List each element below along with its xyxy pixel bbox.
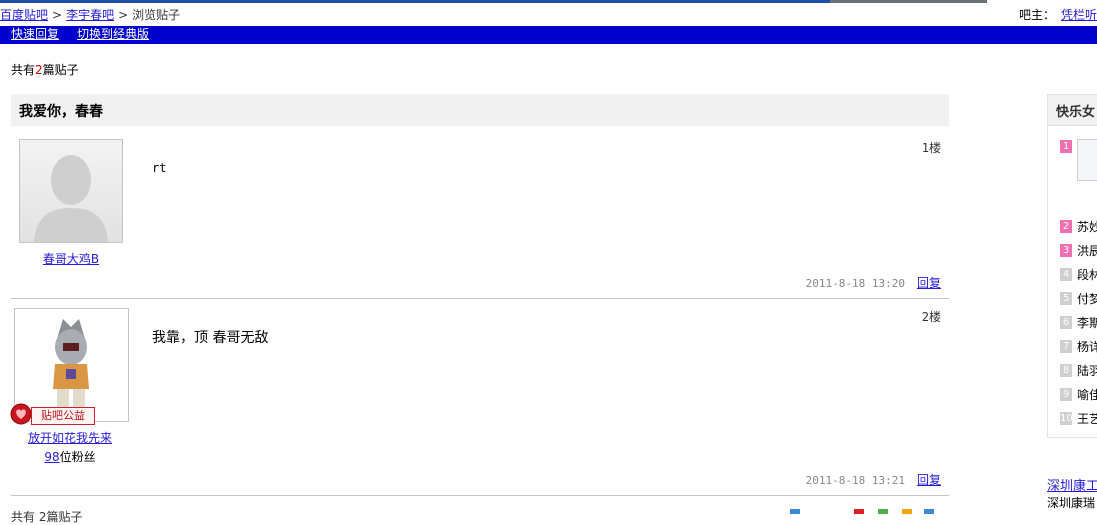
rank-item-name[interactable]: 苏妙 [1077,219,1097,235]
avatar[interactable] [19,139,123,243]
rank-number-badge: 8 [1060,364,1072,377]
rank-number-badge: 10 [1060,412,1073,425]
post-author-link[interactable]: 春哥大鸡B [19,250,123,267]
post-author-link[interactable]: 放开如花我先来 [17,429,123,446]
rank-number-badge: 7 [1060,340,1072,353]
thread-title-bar: 我爱你，春春 [11,94,949,126]
post-count-prefix: 共有 [11,63,36,77]
default-avatar-icon [20,140,122,242]
rank-number-badge: 5 [1060,292,1072,305]
breadcrumb-separator-icon: > [52,8,63,22]
footer-share-icons [790,509,950,514]
banner-image [830,0,987,3]
ad-block: 深圳康工 [1047,475,1097,494]
breadcrumb: 百度贴吧 > 李宇春吧 > 浏览贴子 [0,6,180,24]
share-icon[interactable] [902,509,912,514]
post-floor-1: 春哥大鸡B 1楼 rt 2011-8-18 13:20 回复 [11,126,949,299]
reply-link[interactable]: 回复 [917,276,941,290]
charity-badge-label: 贴吧公益 [31,407,95,425]
rank-item-name[interactable]: 王艺 [1077,411,1097,427]
post-content: 我靠，顶 春哥无敌 [152,330,269,346]
post-divider [11,495,949,496]
rank-number-badge: 2 [1060,220,1072,233]
fans-info: 98位粉丝 [17,448,123,465]
post-count-number: 2 [35,63,43,77]
rank-number-badge: 3 [1060,244,1072,257]
fans-count-link[interactable]: 98 [44,450,59,464]
owner-name-link[interactable]: 凭栏听 [1061,8,1097,22]
top-nav-bar: 快速回复 切换到经典版 [0,26,1097,44]
breadcrumb-home-link[interactable]: 百度贴吧 [0,8,48,22]
ad-link[interactable]: 深圳康工 [1047,479,1097,494]
charity-badge[interactable]: 贴吧公益 [10,403,95,425]
share-icon[interactable] [878,509,888,514]
quick-reply-link[interactable]: 快速回复 [11,26,59,43]
rank-number-badge: 4 [1060,268,1072,281]
author-name[interactable]: 放开如花我先来 [28,431,112,445]
post-time: 2011-8-18 13:20 [805,277,905,290]
rank-number-badge: 6 [1060,316,1072,329]
rank-item-name[interactable]: 付梦 [1077,291,1097,307]
rank-number-badge: 1 [1060,140,1072,153]
post-content: rt [152,161,167,175]
rank-item-name[interactable]: 喻佳 [1077,387,1097,403]
sidebar-header: 快乐女 [1048,95,1097,126]
breadcrumb-forum-link[interactable]: 李宇春吧 [66,8,114,22]
rank-item-name[interactable]: 陆羽 [1077,363,1097,379]
footer-post-count: 共有 2篇贴子 [11,510,83,524]
share-icon[interactable] [790,509,800,514]
top-banner-strip [0,0,1097,3]
banner-bar [0,0,830,3]
post-meta: 2011-8-18 13:21 回复 [806,471,941,488]
rank-item-name[interactable]: 段林 [1077,267,1097,283]
heart-icon [10,403,32,425]
post-meta: 2011-8-18 13:20 回复 [806,274,941,291]
owner-label: 吧主： [1018,8,1055,22]
sidebar-ranking: 快乐女 1 2 苏妙 3 洪辰 4 段林 5 付梦 6 李斯 7 杨详 8 陆羽 9 喻佳 10 王艺 [1047,94,1097,438]
breadcrumb-current: 浏览贴子 [132,8,181,22]
breadcrumb-separator-icon: > [118,8,129,22]
post-count-summary: 共有2篇贴子 [11,62,79,78]
post-time: 2011-8-18 13:21 [805,474,905,487]
ad-subtext: 深圳康瑞 [1047,496,1096,510]
share-icon[interactable] [854,509,864,514]
sidebar-title: 快乐女 [1056,105,1096,120]
post-floor-2: 贴吧公益 放开如花我先来 98位粉丝 2楼 我靠，顶 春哥无敌 2011-8-1… [10,298,949,496]
floor-number: 1楼 [921,141,941,155]
share-icon[interactable] [924,509,934,514]
forum-owner: 吧主： 凭栏听 [1019,6,1097,24]
thread-title: 我爱你，春春 [19,104,103,120]
floor-number: 2楼 [921,310,941,324]
fans-label: 位粉丝 [59,450,96,464]
author-name[interactable]: 春哥大鸡B [43,252,99,266]
reply-link[interactable]: 回复 [917,473,941,487]
post-count-suffix: 篇贴子 [42,63,79,77]
rank-thumbnail[interactable] [1077,139,1097,181]
rank-item-name[interactable]: 杨详 [1077,339,1097,355]
rank-number-badge: 9 [1060,388,1072,401]
rank-item-name[interactable]: 李斯 [1077,315,1097,331]
rank-item-name[interactable]: 洪辰 [1077,243,1097,259]
switch-classic-link[interactable]: 切换到经典版 [77,26,149,43]
